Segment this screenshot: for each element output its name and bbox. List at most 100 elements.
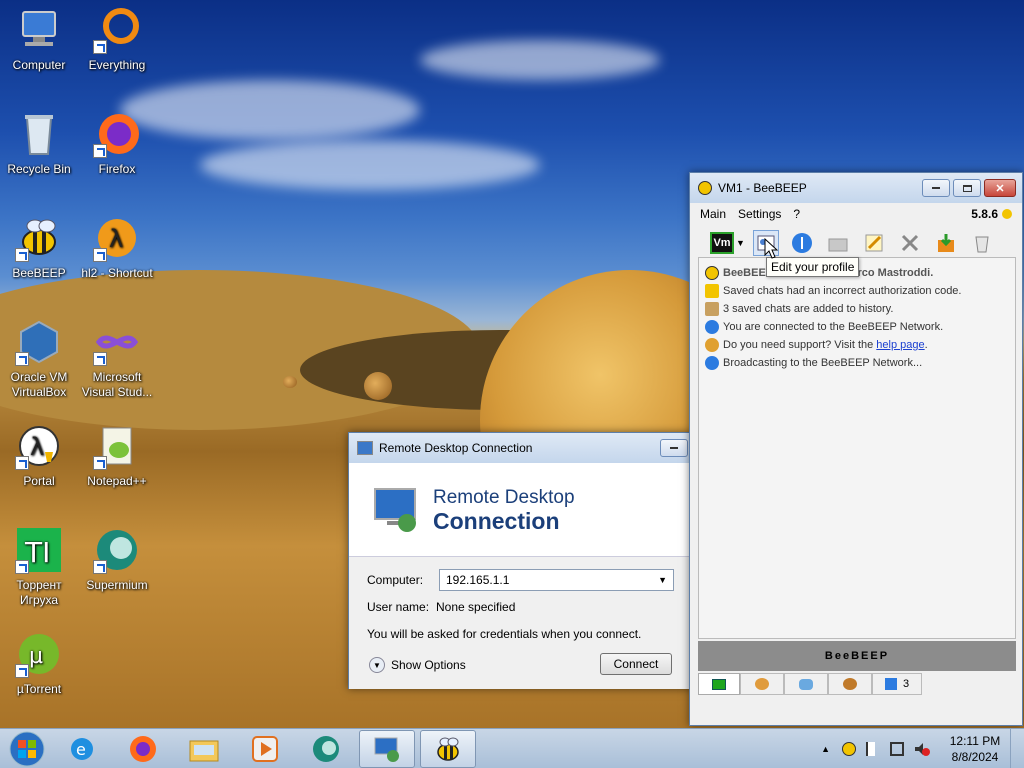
share-folder-icon[interactable] [825,230,851,256]
message-suffix: . [924,339,928,351]
desktop-icon-label: Everything [88,58,146,72]
rdc-titlebar[interactable]: Remote Desktop Connection [349,433,692,463]
bee-title-icon [698,181,712,195]
taskbar-beebeep[interactable] [420,729,476,768]
beebeep-window[interactable]: VM1 - BeeBEEP ✕ Main Settings ? 5.8.6 Vm… [689,172,1023,726]
desktop-icon-label: hl2 - Shortcut [81,266,153,280]
desktop-icon-label: BeeBEEP [12,266,66,280]
chat-pane[interactable]: BeeBEEP 5.8.6 © 2024 Marco Mastroddi. Sa… [698,257,1016,639]
cloud [200,140,540,190]
taskbar: e ▲ 12:11 PM 8/8/2024 [0,728,1024,768]
desktop-icon-label: Notepad++ [87,474,147,488]
close-icon: ✕ [995,182,1005,195]
chevron-down-icon: ▼ [369,657,385,673]
beebeep-tray-icon[interactable] [842,742,856,756]
volume-muted-icon[interactable] [914,742,930,756]
desktop-icon-recycle-bin[interactable]: Recycle Bin [1,110,77,177]
warning-icon [705,284,719,298]
users-icon [755,678,769,690]
maximize-button[interactable] [953,179,981,197]
write-note-icon[interactable] [861,230,887,256]
desktop-icon-portal[interactable]: λ Portal [1,422,77,489]
svg-text:e: e [76,740,86,759]
username-value: None specified [436,600,516,614]
help-page-link[interactable]: help page [876,339,924,351]
menu-settings[interactable]: Settings [738,207,781,221]
shortcut-arrow-icon [93,248,107,262]
desktop-icon-label: Portal [23,474,55,488]
desktop-icon-everything[interactable]: Everything [79,6,155,73]
svg-text:µ: µ [29,644,43,669]
remote-desktop-window[interactable]: Remote Desktop Connection Remote Desktop… [348,432,693,689]
tab-chats[interactable] [784,673,828,695]
taskbar-firefox[interactable] [115,730,171,768]
notepad-plus-plus-icon [93,422,141,470]
tab-users[interactable] [740,673,784,695]
vm-status-icon[interactable]: Vm [710,232,734,254]
message-text: Saved chats had an incorrect authorizati… [723,285,962,297]
supermium-icon [93,526,141,574]
show-options-label: Show Options [391,658,466,672]
desktop-icon-computer[interactable]: Computer [1,6,77,73]
status-dropdown-arrow-icon[interactable]: ▼ [736,238,745,248]
show-options-toggle[interactable]: ▼ Show Options [369,657,466,673]
tab-groups[interactable] [828,673,872,695]
rdc-banner: Remote Desktop Connection [349,463,692,557]
start-button[interactable] [0,729,54,768]
minimize-button[interactable] [922,179,950,197]
hay-bale-small [364,372,392,400]
username-label: User name: [367,600,430,614]
message-text: 3 saved chats are added to history. [723,303,894,315]
rdc-title-icon [357,441,373,455]
support-icon [705,338,719,352]
desktop-icon-notepad-plus-plus[interactable]: Notepad++ [79,422,155,489]
half-life-2-icon: λ [93,214,141,262]
desktop-icon-hl2[interactable]: λ hl2 - Shortcut [79,214,155,281]
computer-combobox[interactable]: 192.165.1.1 ▼ [439,569,674,591]
shortcut-arrow-icon [93,144,107,158]
system-tray: ▲ 12:11 PM 8/8/2024 [821,729,1024,768]
broadcast-icon[interactable] [789,230,815,256]
desktop-icon-beebeep[interactable]: BeeBEEP [1,214,77,281]
tab-history[interactable]: 3 [872,673,922,695]
close-button[interactable]: ✕ [984,179,1016,197]
desktop-icon-virtualbox[interactable]: Oracle VM VirtualBox [1,318,77,400]
taskbar-internet-explorer[interactable]: e [54,730,110,768]
cloud [420,40,660,80]
desktop-icon-utorrent[interactable]: µ µTorrent [1,630,77,697]
network-tools-icon[interactable] [897,230,923,256]
beebeep-titlebar[interactable]: VM1 - BeeBEEP ✕ [690,173,1022,203]
desktop-icon-supermium[interactable]: Supermium [79,526,155,593]
menu-main[interactable]: Main [700,207,726,221]
taskbar-explorer[interactable] [176,730,232,768]
dropdown-arrow-icon[interactable]: ▼ [658,575,667,585]
network-tray-icon[interactable] [890,742,904,756]
desktop-icon-torrent-game[interactable]: TI Торрент Игруха [1,526,77,608]
connect-label: Connect [613,657,659,671]
taskbar-remote-desktop[interactable] [359,729,415,768]
utorrent-icon: µ [15,630,63,678]
trash-icon[interactable] [969,230,995,256]
desktop-icon-firefox[interactable]: Firefox [79,110,155,177]
show-hidden-icons-icon[interactable]: ▲ [821,744,830,754]
clock[interactable]: 12:11 PM 8/8/2024 [940,733,1010,765]
remote-desktop-icon [374,737,399,762]
minimize-button[interactable] [660,439,688,457]
taskbar-media-player[interactable] [237,730,293,768]
menu-help[interactable]: ? [793,207,800,221]
minimize-icon [670,447,678,449]
beebeep-toolbar: Vm ▼ [690,225,1022,261]
status-bar-text: BeeBEEP [824,650,890,662]
desktop-icon-visual-studio[interactable]: Microsoft Visual Stud... [79,318,155,400]
connect-button[interactable]: Connect [600,653,672,675]
taskbar-supermium[interactable] [298,730,354,768]
supermium-icon [313,735,339,762]
download-icon[interactable] [933,230,959,256]
chat-tab-icon [712,678,726,690]
shortcut-arrow-icon [93,352,107,366]
beebeep-tabbar: 3 [698,673,1016,695]
computer-row: Computer: 192.165.1.1 ▼ [367,569,692,591]
show-desktop-button[interactable] [1010,729,1024,768]
tab-chat[interactable] [698,673,740,695]
action-center-flag-icon[interactable] [866,742,880,756]
